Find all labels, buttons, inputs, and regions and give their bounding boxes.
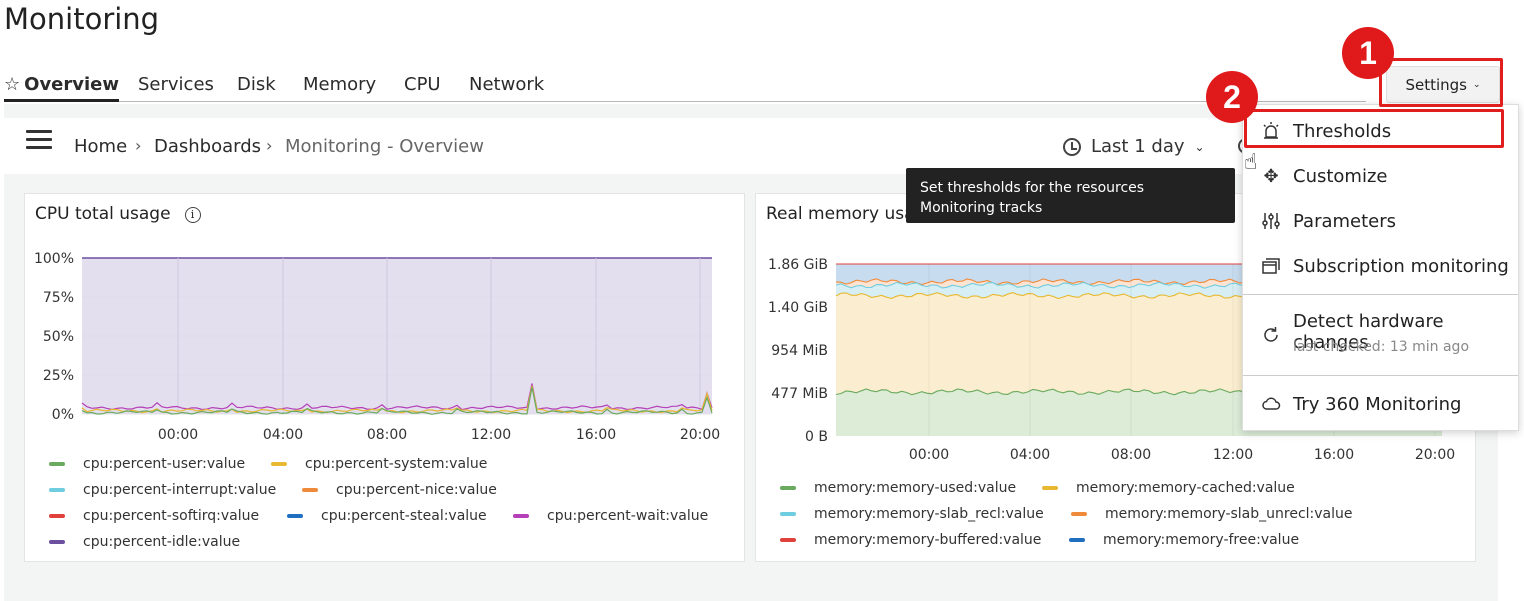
chevron-down-icon: ⌄: [1472, 79, 1481, 90]
y-tick-label: 0%: [52, 407, 74, 423]
step-badge-2: 2: [1206, 71, 1258, 123]
y-tick-label: 1.86 GiB: [768, 257, 828, 273]
legend-entry[interactable]: memory:memory-buffered:value: [780, 532, 1041, 548]
legend-entry[interactable]: cpu:percent-system:value: [271, 456, 487, 472]
x-tick-label: 08:00: [367, 427, 407, 443]
y-tick-label: 477 MiB: [771, 386, 828, 402]
menu-item-subscription-monitoring[interactable]: Subscription monitoring: [1243, 246, 1518, 286]
x-tick-label: 20:00: [680, 427, 720, 443]
settings-dropdown-menu: Thresholds ✥ Customize Parameters Subscr…: [1242, 104, 1519, 431]
x-tick-label: 16:00: [1314, 447, 1354, 463]
cpu-panel-title: CPU total usage: [35, 204, 171, 224]
legend-entry[interactable]: memory:memory-free:value: [1069, 532, 1299, 548]
x-tick-label: 00:00: [158, 427, 198, 443]
tab-label: Overview: [24, 74, 120, 95]
tab-network[interactable]: Network: [469, 74, 544, 102]
menu-item-label: Subscription monitoring: [1293, 255, 1509, 277]
menu-item-try-360[interactable]: Try 360 Monitoring: [1243, 384, 1518, 424]
y-tick-label: 50%: [43, 329, 74, 345]
clock-icon: [1063, 137, 1081, 156]
y-tick-label: 100%: [34, 251, 74, 267]
cpu-legend: cpu:percent-user:value cpu:percent-syste…: [49, 456, 739, 556]
y-tick-label: 954 MiB: [771, 343, 828, 359]
legend-entry[interactable]: cpu:percent-user:value: [49, 456, 245, 472]
legend-entry[interactable]: cpu:percent-idle:value: [49, 534, 240, 550]
step-badge-1: 1: [1342, 27, 1394, 79]
tab-overview[interactable]: ☆ Overview: [4, 74, 120, 102]
breadcrumb-home[interactable]: Home: [74, 136, 127, 157]
refresh-cycle-icon: [1261, 325, 1281, 345]
legend-entry[interactable]: memory:memory-slab_recl:value: [780, 506, 1044, 522]
tab-bar: ☆ Overview Services Disk Memory CPU Netwo…: [4, 70, 1366, 102]
move-arrows-icon: ✥: [1263, 165, 1279, 187]
x-tick-label: 12:00: [1213, 447, 1253, 463]
x-tick-label: 08:00: [1111, 447, 1151, 463]
chevron-down-icon: ⌄: [1194, 139, 1205, 154]
x-tick-label: 00:00: [909, 447, 949, 463]
tab-memory[interactable]: Memory: [303, 74, 376, 102]
cpu-usage-panel: CPU total usage i 100% 75% 50% 25% 0% 00:00 04:…: [24, 193, 745, 562]
star-icon[interactable]: ☆: [4, 74, 20, 95]
page-title: Monitoring: [4, 2, 160, 36]
thresholds-tooltip: Set thresholds for the resources Monitor…: [906, 168, 1235, 223]
settings-button[interactable]: Settings ⌄: [1386, 66, 1500, 103]
breadcrumb-separator-icon: ›: [135, 136, 142, 155]
menu-item-label: Try 360 Monitoring: [1293, 393, 1462, 415]
tooltip-line: Monitoring tracks: [920, 200, 1043, 216]
menu-item-thresholds[interactable]: Thresholds: [1243, 111, 1518, 151]
sliders-icon: [1261, 211, 1281, 231]
legend-entry[interactable]: cpu:percent-steal:value: [287, 508, 487, 524]
menu-divider: [1243, 375, 1518, 376]
settings-label: Settings: [1405, 75, 1467, 94]
x-tick-label: 04:00: [1010, 447, 1050, 463]
breadcrumb-current: Monitoring - Overview: [285, 136, 484, 157]
menu-divider: [1243, 294, 1518, 295]
idle-area: [82, 258, 712, 414]
x-tick-label: 12:00: [471, 427, 511, 443]
tab-services[interactable]: Services: [138, 74, 214, 102]
menu-item-label: Customize: [1293, 165, 1388, 187]
menu-item-label: Thresholds: [1293, 120, 1392, 142]
hand-cursor-icon: ☝: [1244, 150, 1258, 175]
last-checked-text: last checked: 13 min ago: [1293, 339, 1470, 355]
breadcrumb-dashboards[interactable]: Dashboards: [154, 136, 261, 157]
x-tick-label: 16:00: [576, 427, 616, 443]
legend-entry[interactable]: memory:memory-slab_unrecl:value: [1071, 506, 1353, 522]
x-tick-label: 20:00: [1415, 447, 1455, 463]
time-range-label: Last 1 day: [1091, 136, 1185, 157]
menu-item-detect-hardware[interactable]: Detect hardware changes last checked: 13…: [1243, 303, 1518, 359]
menu-item-customize[interactable]: ✥ Customize: [1243, 156, 1518, 196]
panel-title: CPU total usage i: [35, 204, 201, 224]
time-range-selector[interactable]: Last 1 day ⌄: [1063, 136, 1205, 157]
legend-entry[interactable]: cpu:percent-wait:value: [513, 508, 708, 524]
alarm-light-icon: [1261, 121, 1281, 141]
menu-item-label: Parameters: [1293, 210, 1397, 232]
hamburger-menu-icon[interactable]: [26, 130, 52, 150]
memory-legend: memory:memory-used:value memory:memory-c…: [780, 480, 1470, 560]
y-tick-label: 75%: [43, 290, 74, 306]
info-icon[interactable]: i: [184, 207, 201, 223]
y-tick-label: 25%: [43, 368, 74, 384]
menu-item-parameters[interactable]: Parameters: [1243, 201, 1518, 241]
windows-icon: [1261, 256, 1281, 276]
y-tick-label: 0 B: [805, 429, 828, 445]
legend-entry[interactable]: cpu:percent-nice:value: [302, 482, 497, 498]
x-tick-label: 04:00: [263, 427, 303, 443]
tab-cpu[interactable]: CPU: [404, 74, 441, 102]
legend-entry[interactable]: memory:memory-used:value: [780, 480, 1016, 496]
cloud-icon: [1261, 394, 1281, 414]
breadcrumb-bar: Home › Dashboards › Monitoring - Overvie…: [4, 118, 1254, 174]
y-tick-label: 1.40 GiB: [768, 300, 828, 316]
legend-entry[interactable]: memory:memory-cached:value: [1042, 480, 1295, 496]
tooltip-line: Set thresholds for the resources: [920, 180, 1145, 196]
legend-entry[interactable]: cpu:percent-interrupt:value: [49, 482, 276, 498]
breadcrumb-separator-icon: ›: [266, 136, 273, 155]
tab-disk[interactable]: Disk: [237, 74, 276, 102]
legend-entry[interactable]: cpu:percent-softirq:value: [49, 508, 259, 524]
